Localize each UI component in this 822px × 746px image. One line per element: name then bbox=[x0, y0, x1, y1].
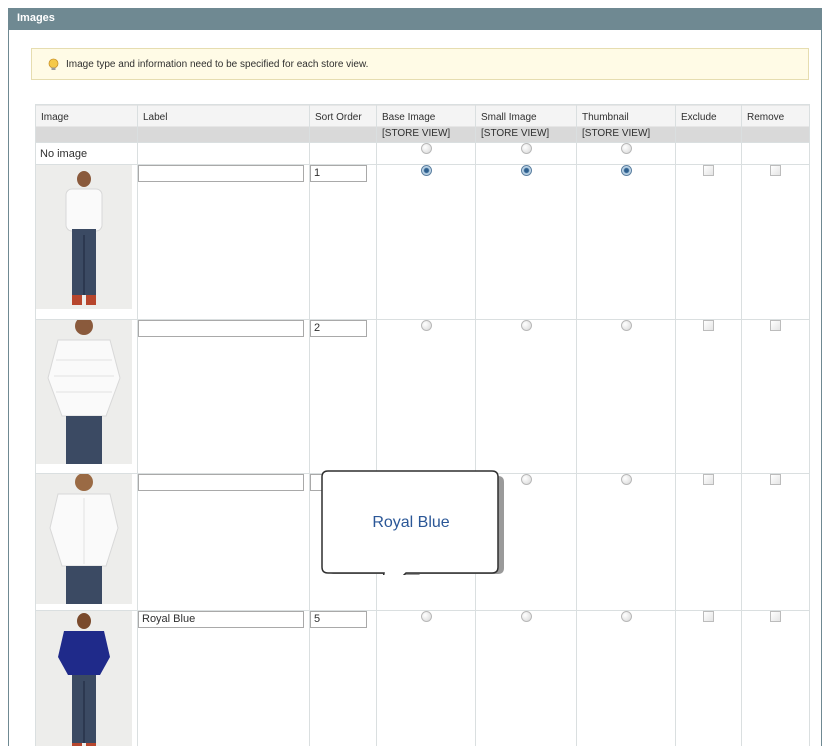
exclude-checkbox[interactable] bbox=[703, 611, 714, 622]
remove-checkbox[interactable] bbox=[770, 320, 781, 331]
base-image-radio[interactable] bbox=[420, 320, 432, 331]
no-image-cell: No image bbox=[35, 142, 138, 165]
no-image-small-radio[interactable] bbox=[520, 143, 532, 154]
white-top-closeup-photo bbox=[36, 320, 132, 464]
small-image-title: Small Image bbox=[481, 112, 537, 123]
product-image bbox=[36, 320, 132, 464]
no-image-thumbnail-radio[interactable] bbox=[620, 143, 632, 154]
product-image bbox=[36, 165, 132, 309]
exclude-checkbox[interactable] bbox=[703, 474, 714, 485]
sort-order-input[interactable]: 1 bbox=[310, 165, 367, 182]
table-row: 1 bbox=[35, 164, 810, 320]
small-image-radio[interactable] bbox=[520, 165, 532, 176]
col-thumbnail: Thumbnail [STORE VIEW] bbox=[576, 104, 676, 143]
thumbnail-radio[interactable] bbox=[620, 611, 632, 622]
thumbnail-title: Thumbnail bbox=[582, 112, 629, 123]
small-image-scope: [STORE VIEW] bbox=[481, 128, 550, 139]
notice-text: Image type and information need to be sp… bbox=[66, 59, 369, 70]
lightbulb-icon bbox=[48, 58, 59, 70]
col-image: Image bbox=[35, 104, 138, 143]
white-top-front-photo bbox=[36, 165, 132, 309]
header-row: Image Label Sort Order Base Image [STORE … bbox=[35, 104, 810, 143]
royal-blue-top-photo bbox=[36, 611, 132, 746]
remove-checkbox[interactable] bbox=[770, 611, 781, 622]
small-image-radio[interactable] bbox=[520, 611, 532, 622]
col-exclude: Exclude bbox=[675, 104, 742, 143]
product-image bbox=[36, 611, 132, 746]
base-image-scope: [STORE VIEW] bbox=[382, 128, 451, 139]
label-input[interactable] bbox=[138, 320, 304, 337]
exclude-checkbox[interactable] bbox=[703, 165, 714, 176]
col-small-image: Small Image [STORE VIEW] bbox=[475, 104, 577, 143]
base-image-radio[interactable] bbox=[420, 165, 432, 176]
sort-order-input[interactable]: 2 bbox=[310, 320, 367, 337]
white-top-back-photo bbox=[36, 474, 132, 604]
images-table: Image Label Sort Order Base Image [STORE … bbox=[35, 104, 810, 746]
table-row: Royal Blue 5 bbox=[35, 610, 810, 746]
thumbnail-radio[interactable] bbox=[620, 165, 632, 176]
label-input[interactable] bbox=[138, 165, 304, 182]
label-input[interactable]: Royal Blue bbox=[138, 611, 304, 628]
col-base-image: Base Image [STORE VIEW] bbox=[376, 104, 476, 143]
images-panel: Images Image type and information need t… bbox=[8, 8, 822, 746]
sort-order-input[interactable]: 5 bbox=[310, 611, 367, 628]
table-row: 2 bbox=[35, 319, 810, 474]
no-image-row: No image bbox=[35, 142, 810, 165]
base-image-radio[interactable] bbox=[420, 611, 432, 622]
thumbnail-scope: [STORE VIEW] bbox=[582, 128, 651, 139]
remove-checkbox[interactable] bbox=[770, 474, 781, 485]
panel-title: Images bbox=[9, 8, 821, 30]
col-sort-order: Sort Order bbox=[309, 104, 377, 143]
label-input[interactable] bbox=[138, 474, 304, 491]
notice-box: Image type and information need to be sp… bbox=[31, 48, 809, 80]
small-image-radio[interactable] bbox=[520, 474, 532, 485]
remove-checkbox[interactable] bbox=[770, 165, 781, 176]
small-image-radio[interactable] bbox=[520, 320, 532, 331]
callout-text: Royal Blue bbox=[372, 514, 450, 531]
no-image-label: No image bbox=[40, 148, 88, 160]
exclude-checkbox[interactable] bbox=[703, 320, 714, 331]
product-image bbox=[36, 474, 132, 604]
base-image-title: Base Image bbox=[382, 112, 436, 123]
callout-bubble: Royal Blue bbox=[318, 470, 504, 601]
thumbnail-radio[interactable] bbox=[620, 474, 632, 485]
thumbnail-radio[interactable] bbox=[620, 320, 632, 331]
no-image-base-radio[interactable] bbox=[420, 143, 432, 154]
col-label: Label bbox=[137, 104, 310, 143]
col-remove: Remove bbox=[741, 104, 810, 143]
